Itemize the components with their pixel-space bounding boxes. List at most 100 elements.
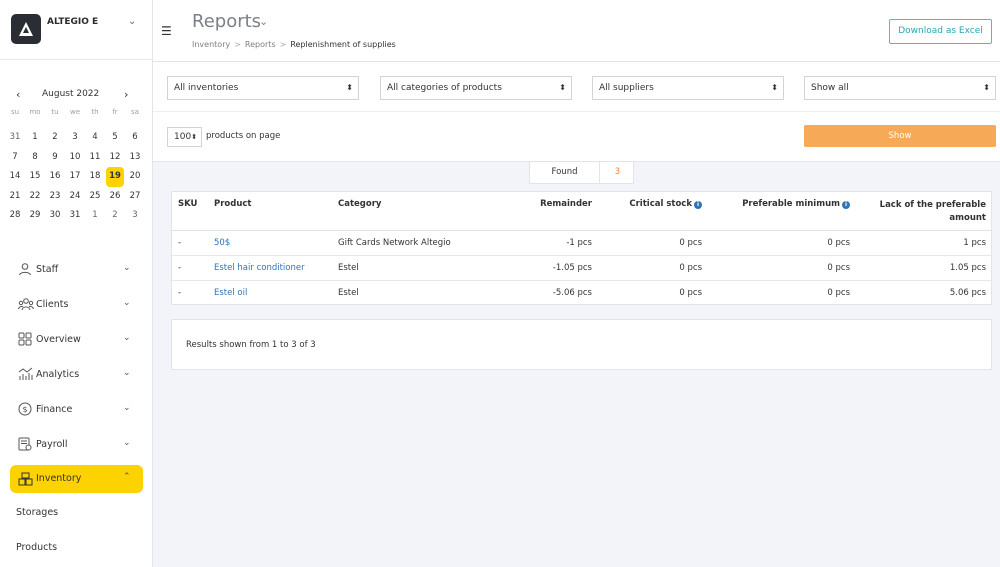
categories-select-value: All categories of products [387,83,502,93]
calendar-month[interactable]: August 2022 [42,89,99,99]
nav-item-overview[interactable]: Overview ⌄ [0,322,153,357]
tab-found[interactable]: Found [530,162,600,183]
nav-subitem-storages[interactable]: Storages [0,497,153,532]
calendar-day[interactable]: 31 [5,128,25,148]
calendar-day[interactable]: 13 [125,148,145,168]
nav-label: Finance [36,404,73,415]
breadcrumb-separator: > [234,40,241,49]
calendar-day[interactable]: 28 [5,206,25,226]
cell-critical: 0 pcs [679,263,702,273]
calendar-day[interactable]: 7 [5,148,25,168]
chevron-right-icon[interactable]: › [124,88,128,101]
column-header-lack[interactable]: Lack of the preferable amount [852,199,986,224]
select-arrows-icon: ⬍ [191,133,198,141]
cell-product-link[interactable]: Estel hair conditioner [214,263,305,273]
calendar-day[interactable]: 12 [105,148,125,168]
finance-icon: $ [18,402,32,416]
suppliers-select-value: All suppliers [599,83,654,93]
column-header-critical-stock[interactable]: Critical stock i [592,199,702,209]
nav-item-clients[interactable]: Clients ⌄ [0,287,153,322]
calendar-day[interactable]: 17 [65,167,85,187]
calendar-day[interactable]: 25 [85,187,105,207]
calendar-day[interactable]: 2 [45,128,65,148]
select-arrows-icon: ⬍ [346,83,353,92]
calendar-day[interactable]: 27 [125,187,145,207]
breadcrumb-separator: > [279,40,287,49]
inventories-select-value: All inventories [174,83,239,93]
column-header-product[interactable]: Product [214,199,252,209]
page-title[interactable]: Reports [192,11,261,32]
calendar-weekday: su [10,108,20,116]
menu-icon[interactable]: ☰ [161,24,172,38]
nav-subitem-products[interactable]: Products [0,532,153,567]
per-page-label: products on page [206,131,281,141]
column-header-preferable-minimum[interactable]: Preferable minimum i [702,199,850,209]
calendar-weekday: we [69,108,81,116]
cell-lack: 1 pcs [963,238,986,248]
breadcrumb-inventory[interactable]: Inventory [192,40,230,49]
calendar-day[interactable]: 1 [25,128,45,148]
info-icon[interactable]: i [694,201,702,209]
nav-item-analytics[interactable]: Analytics ⌄ [0,357,153,392]
calendar-day[interactable]: 26 [105,187,125,207]
calendar-day[interactable]: 1 [85,206,105,226]
calendar-header: ‹ August 2022 › [0,88,153,101]
calendar-day[interactable]: 11 [85,148,105,168]
calendar-day[interactable]: 22 [25,187,45,207]
column-header-remainder[interactable]: Remainder [502,199,592,209]
results-text: Results shown from 1 to 3 of 3 [186,340,316,350]
calendar-day[interactable]: 23 [45,187,65,207]
column-header-lack-line2: amount [949,212,986,223]
calendar-day[interactable]: 21 [5,187,25,207]
calendar-day[interactable]: 14 [5,167,25,187]
nav-item-inventory[interactable]: Inventory ⌃ [10,465,143,493]
chevron-down-icon[interactable]: ⌄ [259,15,268,28]
inventories-select[interactable]: All inventories ⬍ [167,76,359,100]
cell-product-link[interactable]: Estel oil [214,288,247,298]
calendar-day[interactable]: 4 [85,128,105,148]
show-button[interactable]: Show [804,125,996,147]
calendar-day[interactable]: 20 [125,167,145,187]
calendar-day[interactable]: 3 [125,206,145,226]
calendar-day[interactable]: 29 [25,206,45,226]
breadcrumb-reports[interactable]: Reports [245,40,276,49]
nav-item-staff[interactable]: Staff ⌄ [0,252,153,287]
calendar-day[interactable]: 9 [45,148,65,168]
overview-icon [18,332,32,346]
calendar-day[interactable]: 5 [105,128,125,148]
chevron-down-icon[interactable]: ⌄ [128,16,136,27]
brand-switcher[interactable]: ALTEGIO E ⌄ [0,0,153,60]
calendar-day[interactable]: 8 [25,148,45,168]
per-page-select[interactable]: 100⬍ [167,127,202,147]
calendar-day[interactable]: 2 [105,206,125,226]
calendar-day[interactable]: 19 [106,167,124,187]
cell-preferable: 0 pcs [827,238,850,248]
per-page-value: 100 [174,132,192,142]
divider [153,111,1000,112]
show-select[interactable]: Show all ⬍ [804,76,996,100]
categories-select[interactable]: All categories of products ⬍ [380,76,572,100]
info-icon[interactable]: i [842,201,850,209]
calendar-day[interactable]: 3 [65,128,85,148]
column-header-sku[interactable]: SKU [178,199,197,209]
calendar-day[interactable]: 16 [45,167,65,187]
calendar-day[interactable]: 18 [85,167,105,187]
found-count[interactable]: 3 [601,162,634,183]
page-header: ☰ Reports ⌄ Inventory > Reports > Replenishm… [153,0,1000,62]
chevron-left-icon[interactable]: ‹ [16,88,20,101]
cell-product-link[interactable]: 50$ [214,238,230,248]
calendar-weekday: th [91,108,99,116]
suppliers-select[interactable]: All suppliers ⬍ [592,76,784,100]
column-header-category[interactable]: Category [338,199,381,209]
chevron-down-icon: ⌄ [123,333,131,343]
calendar-day[interactable]: 6 [125,128,145,148]
download-excel-button[interactable]: Download as Excel [889,19,992,44]
nav-label: Overview [36,334,81,345]
nav-item-finance[interactable]: $ Finance ⌄ [0,392,153,427]
calendar-day[interactable]: 31 [65,206,85,226]
calendar-day[interactable]: 24 [65,187,85,207]
calendar-day[interactable]: 30 [45,206,65,226]
calendar-day[interactable]: 15 [25,167,45,187]
calendar-day[interactable]: 10 [65,148,85,168]
nav-item-payroll[interactable]: Payroll ⌄ [0,427,153,462]
